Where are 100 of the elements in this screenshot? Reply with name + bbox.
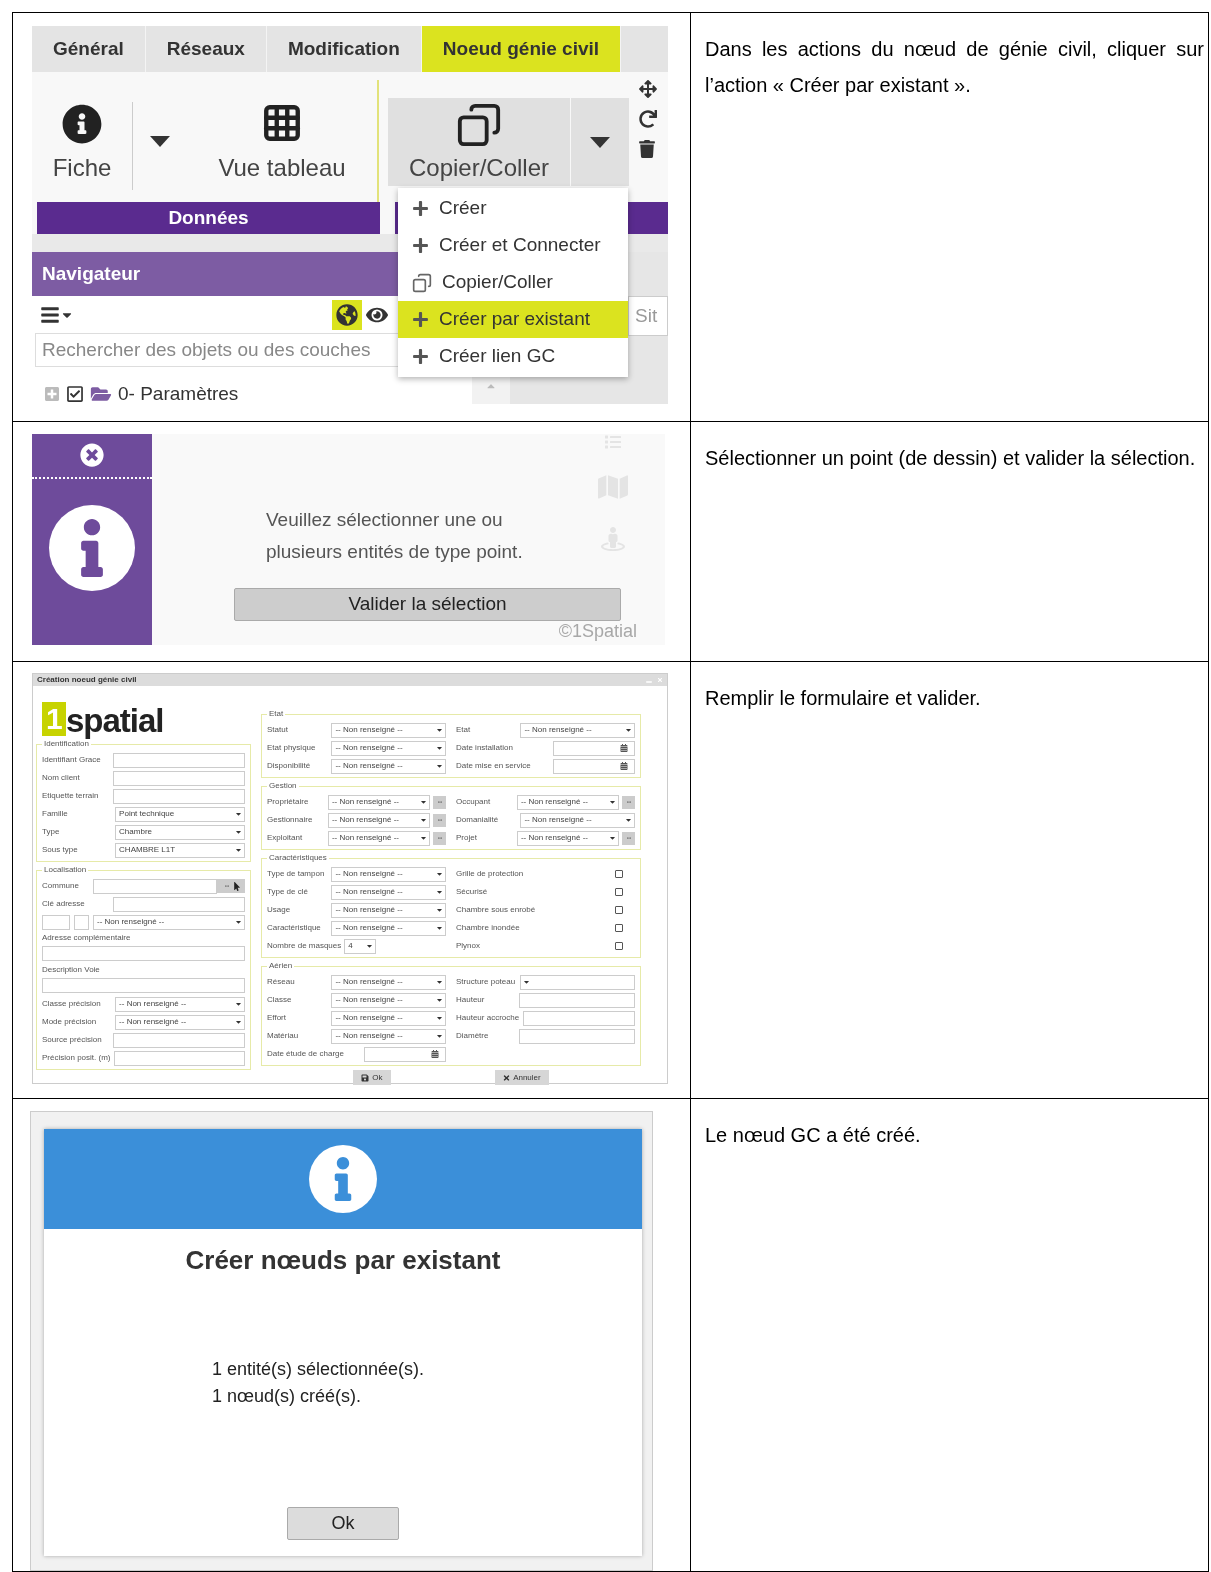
globe-toggle[interactable] [332, 299, 362, 330]
section-legend: Etat [267, 709, 286, 719]
cancel-button[interactable]: Annuler [495, 1070, 549, 1085]
field-label: Etat [456, 725, 471, 735]
checkbox[interactable] [66, 385, 84, 404]
ribbon-tab[interactable]: Noeud génie civil [421, 26, 622, 72]
expand-icon[interactable] [44, 386, 60, 403]
field-label: Précision posit. (m) [42, 1053, 111, 1063]
ok-button[interactable]: Ok [287, 1507, 399, 1540]
text-field[interactable] [113, 788, 245, 804]
menu-item[interactable]: Créer par existant [398, 301, 628, 338]
caret-icon [236, 810, 241, 818]
caret-icon [236, 828, 241, 836]
text-field[interactable] [113, 1032, 245, 1048]
select-field[interactable]: -- Non renseigné -- [331, 758, 446, 774]
lookup-button[interactable] [217, 879, 245, 893]
select-field[interactable]: -- Non renseigné -- [331, 1028, 446, 1044]
ellipsis-icon [435, 800, 444, 804]
validate-button[interactable]: Valider la sélection [234, 588, 621, 621]
more-button[interactable] [622, 795, 635, 809]
text-field[interactable] [113, 896, 245, 912]
text-field[interactable] [74, 914, 89, 930]
text-field[interactable] [92, 878, 217, 894]
dialog-message: 1 nœud(s) créé(s). [212, 1385, 363, 1408]
select-field[interactable]: -- Non renseigné -- [516, 830, 619, 846]
ribbon-button[interactable]: Vue tableau [187, 98, 377, 186]
more-button[interactable] [433, 813, 446, 827]
checkbox[interactable] [615, 906, 623, 914]
field-label: Etiquette terrain [42, 791, 99, 801]
close-icon[interactable] [80, 443, 104, 467]
menu-item[interactable]: Copier/Coller [398, 264, 628, 301]
caret-icon [626, 726, 631, 734]
checkbox[interactable] [615, 924, 623, 932]
select-field[interactable]: -- Non renseigné -- [327, 812, 430, 828]
checkbox[interactable] [615, 870, 623, 878]
caret-icon [421, 834, 426, 842]
select-field[interactable]: Chambre [115, 824, 245, 840]
select-field[interactable]: -- Non renseigné -- [516, 794, 619, 810]
select-field[interactable]: -- Non renseigné -- [93, 914, 245, 930]
ribbon-button[interactable]: Copier/Coller [388, 98, 570, 186]
date-field[interactable] [552, 758, 635, 774]
select-field[interactable]: -- Non renseigné -- [115, 996, 245, 1012]
text-field[interactable] [113, 770, 245, 786]
select-field[interactable] [520, 974, 635, 990]
select-field[interactable]: -- Non renseigné -- [331, 740, 446, 756]
select-field[interactable]: -- Non renseigné -- [331, 866, 446, 882]
more-button[interactable] [433, 795, 446, 809]
caret-icon [437, 744, 442, 752]
refresh-icon[interactable] [639, 110, 657, 128]
text-field[interactable] [113, 752, 245, 768]
menu-item[interactable]: Créer lien GC [398, 338, 628, 375]
menu-icon[interactable] [40, 304, 60, 325]
select-field[interactable]: -- Non renseigné -- [327, 794, 430, 810]
select-field[interactable]: -- Non renseigné -- [331, 920, 446, 936]
caret-icon [437, 870, 442, 878]
dialog-message: 1 entité(s) sélectionnée(s). [212, 1358, 425, 1381]
select-field[interactable]: 4 [344, 938, 377, 954]
select-field[interactable]: CHAMBRE L1T [115, 842, 245, 858]
date-field[interactable] [552, 740, 635, 756]
select-field[interactable]: -- Non renseigné -- [331, 974, 446, 990]
text-field[interactable] [114, 1050, 245, 1066]
text-field[interactable] [42, 914, 70, 930]
select-field[interactable]: -- Non renseigné -- [331, 722, 446, 738]
select-field[interactable]: -- Non renseigné -- [331, 1010, 446, 1026]
text-field[interactable]: Sit [628, 296, 668, 336]
tree-item[interactable]: 0- Paramètres [118, 380, 239, 404]
menu-item[interactable]: Créer et Connecter [398, 227, 628, 264]
caret-icon [437, 996, 442, 1004]
text-field[interactable] [42, 978, 245, 993]
checkbox[interactable] [615, 942, 623, 950]
trash-icon[interactable] [639, 140, 655, 158]
move-icon[interactable] [639, 80, 657, 98]
date-field[interactable] [363, 1046, 446, 1062]
text-field[interactable] [42, 946, 245, 961]
text-field[interactable] [518, 1028, 635, 1044]
text-field[interactable] [518, 992, 635, 1008]
select-field[interactable]: -- Non renseigné -- [331, 992, 446, 1008]
dropdown-button[interactable] [571, 98, 629, 186]
select-field[interactable]: -- Non renseigné -- [331, 884, 446, 900]
ribbon-button[interactable]: Fiche [32, 98, 132, 186]
section-legend: Identification [42, 739, 91, 749]
menu-item[interactable]: Créer [398, 190, 628, 227]
select-field[interactable]: Point technique [115, 806, 245, 822]
field-label: Nom client [42, 773, 80, 783]
section-legend: Gestion [267, 781, 299, 791]
more-button[interactable] [622, 831, 635, 845]
select-field[interactable]: -- Non renseigné -- [331, 902, 446, 918]
checkbox[interactable] [615, 888, 623, 896]
select-field[interactable]: -- Non renseigné -- [115, 1014, 245, 1030]
step-instruction: Le nœud GC a été créé. [705, 1123, 922, 1148]
more-button[interactable] [433, 831, 446, 845]
caret-icon[interactable] [150, 136, 170, 147]
text-field[interactable] [523, 1010, 635, 1026]
field-label: Propriétaire [267, 797, 309, 807]
select-field[interactable]: -- Non renseigné -- [520, 722, 635, 738]
field-label: Mode précision [42, 1017, 97, 1027]
ellipsis-icon [435, 836, 444, 840]
ok-button[interactable]: Ok [353, 1070, 391, 1085]
select-field[interactable]: -- Non renseigné -- [520, 812, 635, 828]
select-field[interactable]: -- Non renseigné -- [327, 830, 430, 846]
